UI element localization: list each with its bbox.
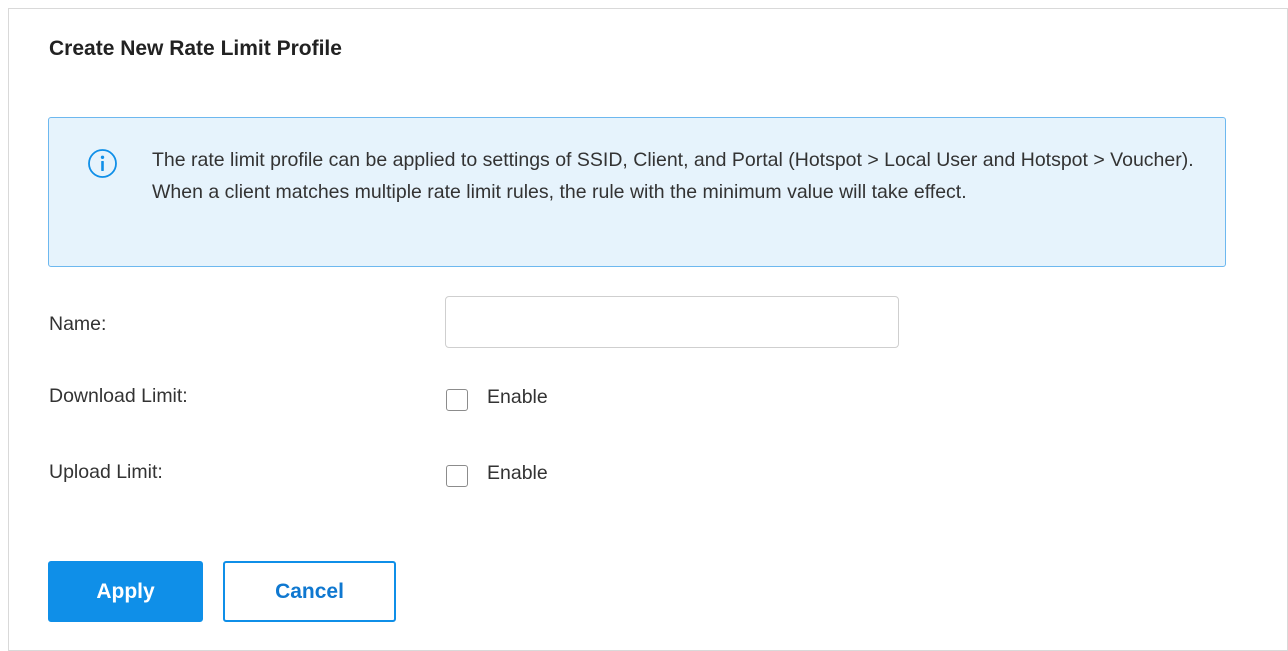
cancel-button[interactable]: Cancel [223, 561, 396, 622]
page-title: Create New Rate Limit Profile [49, 37, 342, 60]
upload-limit-enable[interactable]: Enable [446, 459, 548, 487]
info-notice: The rate limit profile can be applied to… [48, 117, 1226, 267]
upload-limit-checkbox[interactable] [446, 465, 468, 487]
download-limit-enable[interactable]: Enable [446, 383, 548, 411]
name-label: Name: [49, 313, 107, 335]
info-icon [88, 149, 117, 178]
create-rate-limit-profile-panel: Create New Rate Limit Profile The rate l… [8, 8, 1288, 651]
upload-limit-label: Upload Limit: [49, 461, 163, 483]
name-input[interactable] [445, 296, 899, 348]
download-limit-enable-label[interactable]: Enable [487, 386, 548, 409]
upload-limit-enable-label[interactable]: Enable [487, 462, 548, 485]
info-notice-text: The rate limit profile can be applied to… [152, 149, 1194, 203]
download-limit-checkbox[interactable] [446, 389, 468, 411]
apply-button[interactable]: Apply [48, 561, 203, 622]
download-limit-label: Download Limit: [49, 385, 188, 407]
